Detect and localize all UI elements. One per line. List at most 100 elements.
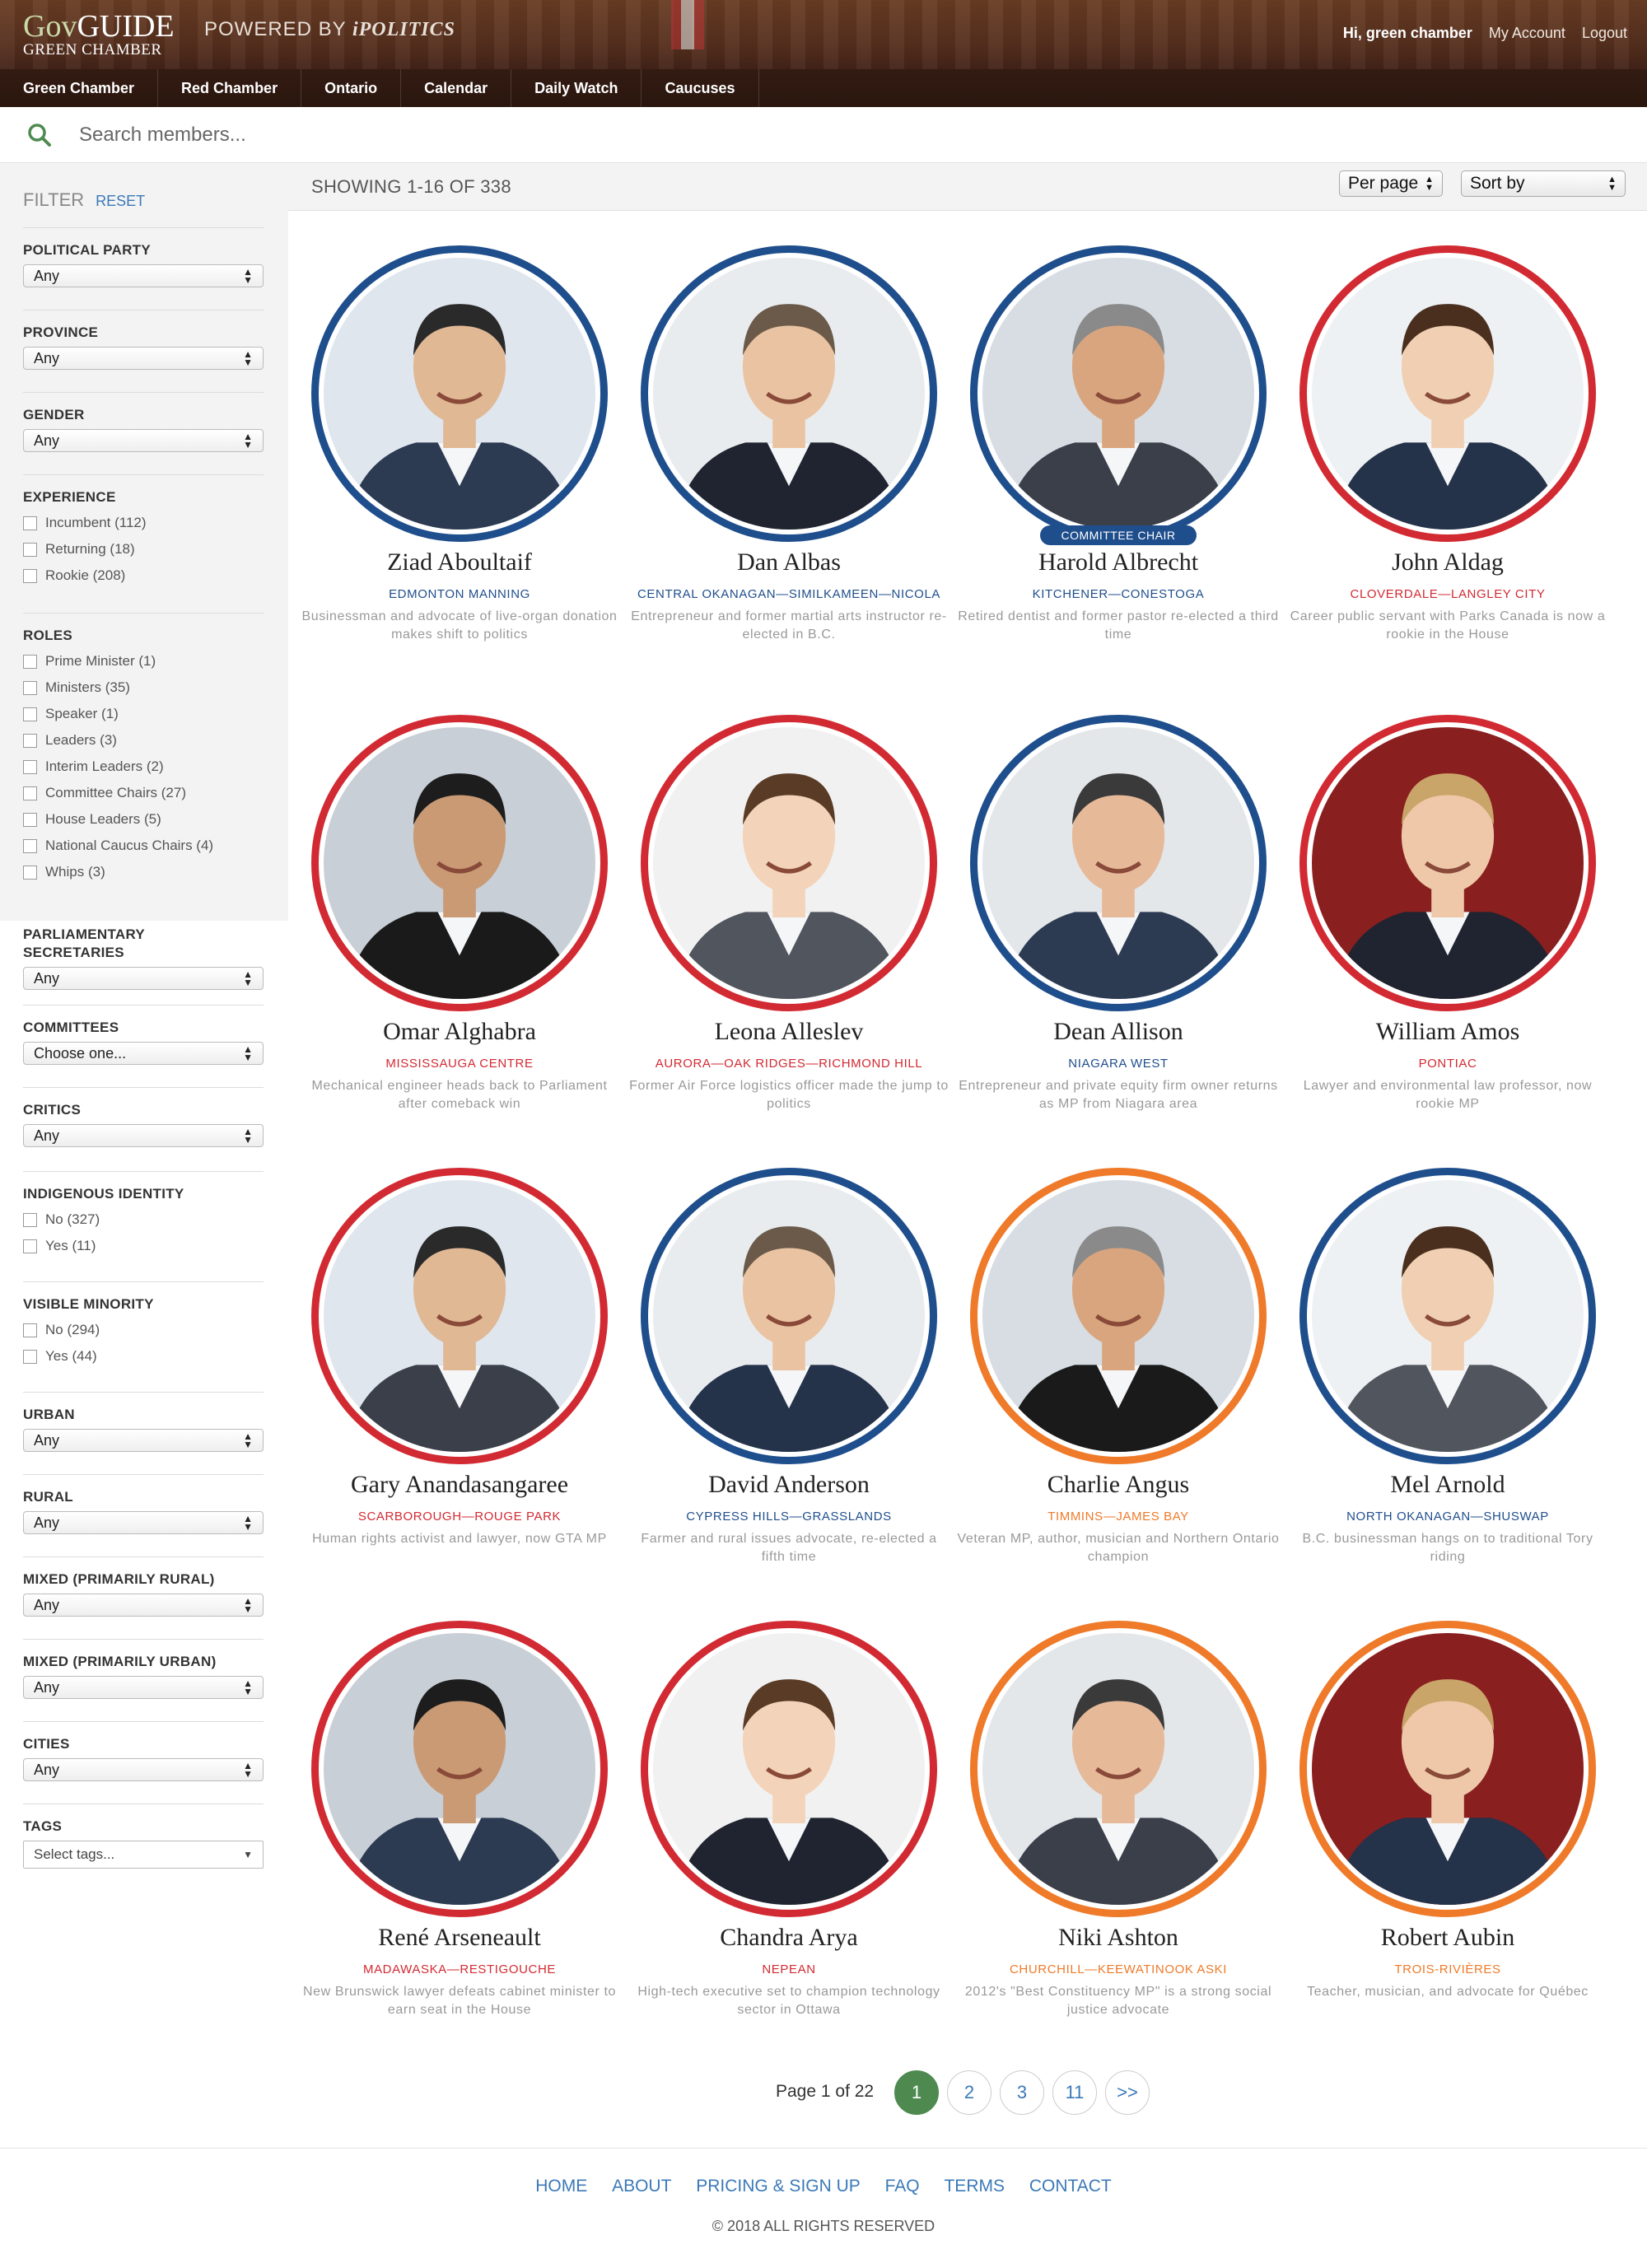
gender-select[interactable]: Any ▲ ▼ <box>23 429 264 452</box>
checkbox-committee-chairs[interactable]: Committee Chairs (27) <box>23 783 264 803</box>
checkbox[interactable] <box>23 1212 37 1227</box>
cities-select[interactable]: Any ▲ ▼ <box>23 1758 264 1781</box>
page-1-button[interactable]: 1 <box>894 2070 939 2115</box>
nav-ontario[interactable]: Ontario <box>301 69 402 107</box>
nav-daily-watch[interactable]: Daily Watch <box>511 69 642 107</box>
checkbox-incumbent[interactable]: Incumbent (112) <box>23 513 264 533</box>
checkbox[interactable] <box>23 542 37 557</box>
checkbox[interactable] <box>23 1349 37 1364</box>
member-portrait[interactable] <box>970 1168 1267 1464</box>
checkbox-minority-yes[interactable]: Yes (44) <box>23 1346 264 1366</box>
member-portrait[interactable] <box>1299 1168 1596 1464</box>
member-name[interactable]: John Aldag <box>1283 548 1612 576</box>
member-name[interactable]: David Anderson <box>624 1471 954 1499</box>
footer-contact-link[interactable]: CONTACT <box>1029 2177 1112 2196</box>
rural-select[interactable]: Any ▲ ▼ <box>23 1511 264 1534</box>
member-portrait[interactable] <box>1299 245 1596 542</box>
checkbox-interim-leaders[interactable]: Interim Leaders (2) <box>23 757 264 777</box>
search-icon[interactable] <box>26 122 53 148</box>
next-pages-button[interactable]: >> <box>1105 2070 1150 2115</box>
mixed-rural-select[interactable]: Any ▲ ▼ <box>23 1594 264 1617</box>
checkbox-speaker[interactable]: Speaker (1) <box>23 704 264 724</box>
member-portrait[interactable] <box>970 245 1267 542</box>
member-portrait[interactable] <box>641 715 937 1011</box>
member-portrait[interactable] <box>311 1168 608 1464</box>
committees-select[interactable]: Choose one... ▲ ▼ <box>23 1042 264 1065</box>
checkbox-leaders[interactable]: Leaders (3) <box>23 730 264 750</box>
footer-faq-link[interactable]: FAQ <box>885 2177 920 2196</box>
checkbox-house-leaders[interactable]: House Leaders (5) <box>23 810 264 829</box>
member-portrait[interactable] <box>641 1168 937 1464</box>
member-name[interactable]: Harold Albrecht <box>954 548 1283 576</box>
critics-select[interactable]: Any ▲ ▼ <box>23 1124 264 1147</box>
page-11-button[interactable]: 11 <box>1052 2070 1097 2115</box>
checkbox-ministers[interactable]: Ministers (35) <box>23 678 264 698</box>
checkbox[interactable] <box>23 865 37 880</box>
page-3-button[interactable]: 3 <box>1000 2070 1044 2115</box>
checkbox[interactable] <box>23 1323 37 1337</box>
member-portrait[interactable] <box>1299 1621 1596 1917</box>
nav-calendar[interactable]: Calendar <box>401 69 512 107</box>
checkbox-indigenous-yes[interactable]: Yes (11) <box>23 1236 264 1256</box>
member-portrait[interactable] <box>641 1621 937 1917</box>
member-portrait[interactable] <box>311 715 608 1011</box>
member-name[interactable]: Chandra Arya <box>624 1924 954 1952</box>
member-portrait[interactable] <box>311 245 608 542</box>
checkbox-rookie[interactable]: Rookie (208) <box>23 566 264 586</box>
member-portrait[interactable] <box>1299 715 1596 1011</box>
member-name[interactable]: Mel Arnold <box>1283 1471 1612 1499</box>
member-portrait[interactable] <box>970 1621 1267 1917</box>
site-logo[interactable]: GovGUIDE GREEN CHAMBER <box>23 10 175 59</box>
checkbox[interactable] <box>23 680 37 695</box>
logout-link[interactable]: Logout <box>1582 25 1627 42</box>
member-name[interactable]: William Amos <box>1283 1018 1612 1046</box>
province-select[interactable]: Any ▲ ▼ <box>23 347 264 370</box>
footer-about-link[interactable]: ABOUT <box>612 2177 671 2196</box>
member-name[interactable]: Gary Anandasangaree <box>295 1471 624 1499</box>
mixed-urban-select[interactable]: Any ▲ ▼ <box>23 1676 264 1699</box>
footer-home-link[interactable]: HOME <box>535 2177 587 2196</box>
my-account-link[interactable]: My Account <box>1489 25 1565 42</box>
member-name[interactable]: Leona Alleslev <box>624 1018 954 1046</box>
checkbox-prime-minister[interactable]: Prime Minister (1) <box>23 651 264 671</box>
member-name[interactable]: Dean Allison <box>954 1018 1283 1046</box>
nav-green-chamber[interactable]: Green Chamber <box>0 69 159 107</box>
checkbox[interactable] <box>23 786 37 800</box>
checkbox[interactable] <box>23 707 37 721</box>
tags-select[interactable]: Select tags... ▼ <box>23 1841 264 1869</box>
member-portrait[interactable] <box>641 245 937 542</box>
member-portrait[interactable] <box>970 715 1267 1011</box>
checkbox[interactable] <box>23 759 37 774</box>
reset-filters-link[interactable]: RESET <box>96 193 145 209</box>
parliamentary-secretaries-select[interactable]: Any ▲ ▼ <box>23 967 264 990</box>
per-page-select[interactable]: Per page ▲ ▼ <box>1339 170 1443 197</box>
member-name[interactable]: René Arseneault <box>295 1924 624 1952</box>
checkbox-minority-no[interactable]: No (294) <box>23 1320 264 1340</box>
member-name[interactable]: Charlie Angus <box>954 1471 1283 1499</box>
checkbox[interactable] <box>23 838 37 853</box>
urban-select[interactable]: Any ▲ ▼ <box>23 1429 264 1452</box>
member-name[interactable]: Omar Alghabra <box>295 1018 624 1046</box>
checkbox[interactable] <box>23 568 37 583</box>
checkbox[interactable] <box>23 1239 37 1253</box>
member-name[interactable]: Dan Albas <box>624 548 954 576</box>
checkbox-whips[interactable]: Whips (3) <box>23 862 264 882</box>
member-name[interactable]: Robert Aubin <box>1283 1924 1612 1952</box>
page-2-button[interactable]: 2 <box>947 2070 991 2115</box>
nav-caucuses[interactable]: Caucuses <box>642 69 759 107</box>
nav-red-chamber[interactable]: Red Chamber <box>158 69 302 107</box>
checkbox[interactable] <box>23 654 37 669</box>
political-party-select[interactable]: Any ▲ ▼ <box>23 264 264 287</box>
member-name[interactable]: Ziad Aboultaif <box>295 548 624 576</box>
member-portrait[interactable] <box>311 1621 608 1917</box>
checkbox-returning[interactable]: Returning (18) <box>23 539 264 559</box>
sort-by-select[interactable]: Sort by ▲ ▼ <box>1461 170 1626 197</box>
checkbox-national-caucus-chairs[interactable]: National Caucus Chairs (4) <box>23 836 264 856</box>
checkbox[interactable] <box>23 733 37 748</box>
search-input[interactable] <box>79 119 1561 152</box>
checkbox-indigenous-no[interactable]: No (327) <box>23 1210 264 1230</box>
checkbox[interactable] <box>23 516 37 530</box>
checkbox[interactable] <box>23 812 37 827</box>
member-name[interactable]: Niki Ashton <box>954 1924 1283 1952</box>
footer-pricing-link[interactable]: PRICING & SIGN UP <box>696 2177 861 2196</box>
